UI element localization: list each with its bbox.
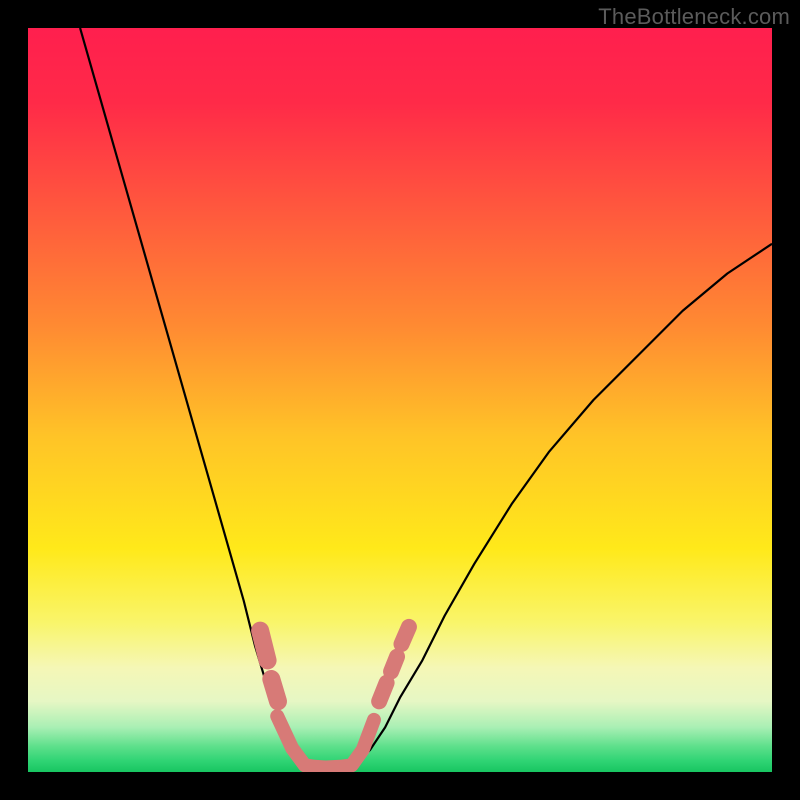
series-right-marker-b — [391, 657, 397, 672]
series-left-marker-upper — [260, 631, 267, 661]
series-right-marker-a — [379, 683, 386, 702]
series-bottom-band — [277, 716, 374, 767]
outer-frame: TheBottleneck.com — [0, 0, 800, 800]
series-left-marker-lower — [271, 679, 278, 701]
watermark-text: TheBottleneck.com — [598, 4, 790, 30]
series-right-curve — [359, 244, 772, 761]
curve-layer — [28, 28, 772, 772]
plot-area — [28, 28, 772, 772]
series-right-marker-c — [401, 627, 408, 644]
